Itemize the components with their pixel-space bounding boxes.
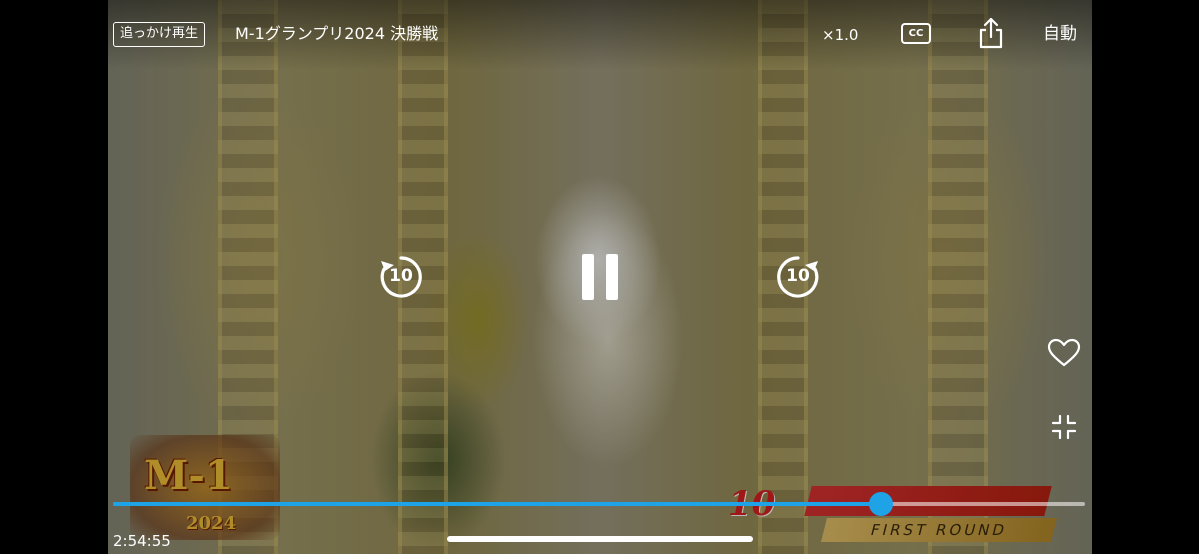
follow-playback-button[interactable]: 追っかけ再生 <box>113 22 206 47</box>
seek-thumb[interactable] <box>868 492 893 516</box>
share-button[interactable] <box>978 17 1004 49</box>
video-title: M-1グランプリ2024 決勝戦 <box>235 24 439 43</box>
seek-bar-progress <box>113 502 881 506</box>
playback-speed-button[interactable]: ×1.0 <box>822 24 858 46</box>
skip-back-button[interactable]: 10 <box>377 253 425 301</box>
skip-back-seconds: 10 <box>389 266 413 286</box>
skip-forward-button[interactable]: 10 <box>774 253 822 301</box>
elapsed-time: 2:54:55 <box>113 532 171 550</box>
share-icon <box>979 17 1003 49</box>
exit-fullscreen-button[interactable] <box>1051 414 1077 440</box>
heart-icon <box>1047 338 1081 367</box>
skip-forward-seconds: 10 <box>786 266 810 286</box>
pause-button[interactable] <box>578 254 622 300</box>
home-indicator[interactable] <box>447 536 753 542</box>
closed-captions-button[interactable]: CC <box>901 23 931 44</box>
exit-fullscreen-icon <box>1051 414 1077 440</box>
like-button[interactable] <box>1047 338 1081 368</box>
seek-bar[interactable] <box>113 492 1085 516</box>
quality-button[interactable]: 自動 <box>1043 22 1077 46</box>
